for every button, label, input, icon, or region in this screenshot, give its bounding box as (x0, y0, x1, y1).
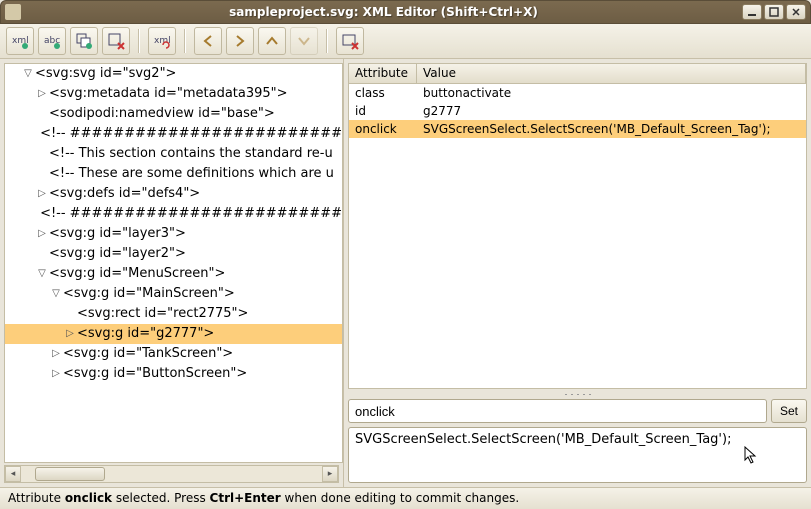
tree-node-label: <svg:g id="layer2"> (49, 244, 186, 264)
scroll-left-button[interactable]: ◂ (5, 466, 21, 482)
statusbar: Attribute onclick selected. Press Ctrl+E… (0, 487, 811, 509)
expand-closed-icon[interactable]: ▷ (35, 224, 49, 244)
tree-row[interactable]: <svg:rect id="rect2775"> (5, 304, 342, 324)
expand-open-icon[interactable]: ▽ (21, 64, 35, 84)
attribute-row[interactable]: idg2777 (349, 102, 806, 120)
expand-closed-icon[interactable]: ▷ (35, 184, 49, 204)
xml-tree[interactable]: ▽<svg:svg id="svg2">▷<svg:metadata id="m… (4, 63, 343, 463)
attr-value: g2777 (417, 102, 806, 120)
tree-row[interactable]: ▷<svg:g id="layer3"> (5, 224, 342, 244)
minimize-button[interactable] (742, 4, 762, 20)
tree-row[interactable]: ▷<svg:g id="TankScreen"> (5, 344, 342, 364)
scrollbar-thumb[interactable] (35, 467, 105, 481)
tree-row[interactable]: ▽<svg:svg id="svg2"> (5, 64, 342, 84)
tree-row[interactable]: ▷<svg:metadata id="metadata395"> (5, 84, 342, 104)
header-value[interactable]: Value (417, 64, 806, 83)
move-down-button (290, 27, 318, 55)
tree-node-label: <svg:g id="layer3"> (49, 224, 186, 244)
titlebar: sampleproject.svg: XML Editor (Shift+Ctr… (0, 0, 811, 24)
move-up-button[interactable] (258, 27, 286, 55)
tree-node-label: <svg:g id="ButtonScreen"> (63, 364, 247, 384)
attribute-row[interactable]: classbuttonactivate (349, 84, 806, 102)
app-icon (5, 4, 21, 20)
tree-row[interactable]: ▷<svg:defs id="defs4"> (5, 184, 342, 204)
tree-node-label: <svg:rect id="rect2775"> (77, 304, 248, 324)
tree-node-label: <svg:g id="g2777"> (77, 324, 214, 344)
attribute-value-textarea[interactable]: SVGScreenSelect.SelectScreen('MB_Default… (348, 427, 807, 483)
attr-value: SVGScreenSelect.SelectScreen('MB_Default… (417, 120, 806, 138)
attribute-row[interactable]: onclickSVGScreenSelect.SelectScreen('MB_… (349, 120, 806, 138)
tree-node-label: <svg:g id="MenuScreen"> (49, 264, 225, 284)
new-element-node-button[interactable]: xml (6, 27, 34, 55)
toolbar-separator (138, 29, 140, 53)
expand-closed-icon[interactable]: ▷ (63, 324, 77, 344)
mouse-cursor-icon (744, 446, 758, 464)
tree-node-label: <!-- These are some definitions which ar… (49, 164, 334, 184)
xml-tree-pane: ▽<svg:svg id="svg2">▷<svg:metadata id="m… (0, 59, 344, 487)
tree-row[interactable]: ▽<svg:g id="MenuScreen"> (5, 264, 342, 284)
toolbar-separator (184, 29, 186, 53)
tree-row[interactable]: <svg:g id="layer2"> (5, 244, 342, 264)
window-title: sampleproject.svg: XML Editor (Shift+Ctr… (27, 5, 740, 19)
attr-name: id (349, 102, 417, 120)
expand-closed-icon[interactable]: ▷ (49, 344, 63, 364)
tree-row[interactable]: ▷<svg:g id="ButtonScreen"> (5, 364, 342, 384)
delete-node-button[interactable] (102, 27, 130, 55)
attribute-value-text: SVGScreenSelect.SelectScreen('MB_Default… (355, 432, 731, 447)
tree-node-label: <!-- ######################### (40, 124, 342, 144)
scroll-right-button[interactable]: ▸ (322, 466, 338, 482)
expand-open-icon[interactable]: ▽ (35, 264, 49, 284)
attribute-table[interactable]: Attribute Value classbuttonactivateidg27… (348, 63, 807, 389)
header-attribute[interactable]: Attribute (349, 64, 417, 83)
expand-closed-icon[interactable]: ▷ (49, 364, 63, 384)
tree-row[interactable]: <!-- ######################### (5, 124, 342, 144)
unindent-button[interactable] (194, 27, 222, 55)
tree-row[interactable]: <!-- ######################### (5, 204, 342, 224)
expand-closed-icon[interactable]: ▷ (35, 84, 49, 104)
attribute-name-input[interactable] (348, 399, 767, 423)
tree-row[interactable]: <!-- This section contains the standard … (5, 144, 342, 164)
toolbar: xml abc xml (0, 24, 811, 59)
toolbar-separator (326, 29, 328, 53)
tree-row[interactable]: ▷<svg:g id="g2777"> (5, 324, 342, 344)
new-text-node-button[interactable]: abc (38, 27, 66, 55)
tree-node-label: <svg:g id="MainScreen"> (63, 284, 235, 304)
attr-value: buttonactivate (417, 84, 806, 102)
pane-resizer[interactable] (348, 389, 807, 399)
attribute-table-header: Attribute Value (349, 64, 806, 84)
tree-row[interactable]: ▽<svg:g id="MainScreen"> (5, 284, 342, 304)
close-button[interactable] (786, 4, 806, 20)
tree-node-label: <svg:metadata id="metadata395"> (49, 84, 288, 104)
tree-node-label: <svg:svg id="svg2"> (35, 64, 176, 84)
tree-node-label: <svg:defs id="defs4"> (49, 184, 200, 204)
duplicate-node-button[interactable] (70, 27, 98, 55)
attr-name: onclick (349, 120, 417, 138)
tree-node-label: <!-- ######################### (40, 204, 342, 224)
tree-node-label: <!-- This section contains the standard … (49, 144, 333, 164)
tree-node-label: <sodipodi:namedview id="base"> (49, 104, 275, 124)
set-button[interactable]: Set (771, 399, 807, 423)
tree-row[interactable]: <sodipodi:namedview id="base"> (5, 104, 342, 124)
tree-row[interactable]: <!-- These are some definitions which ar… (5, 164, 342, 184)
attribute-pane: Attribute Value classbuttonactivateidg27… (344, 59, 811, 487)
maximize-button[interactable] (764, 4, 784, 20)
reload-xml-button[interactable]: xml (148, 27, 176, 55)
delete-attribute-button[interactable] (336, 27, 364, 55)
horizontal-scrollbar[interactable]: ◂ ▸ (4, 465, 339, 483)
indent-button[interactable] (226, 27, 254, 55)
expand-open-icon[interactable]: ▽ (49, 284, 63, 304)
attr-name: class (349, 84, 417, 102)
tree-node-label: <svg:g id="TankScreen"> (63, 344, 233, 364)
